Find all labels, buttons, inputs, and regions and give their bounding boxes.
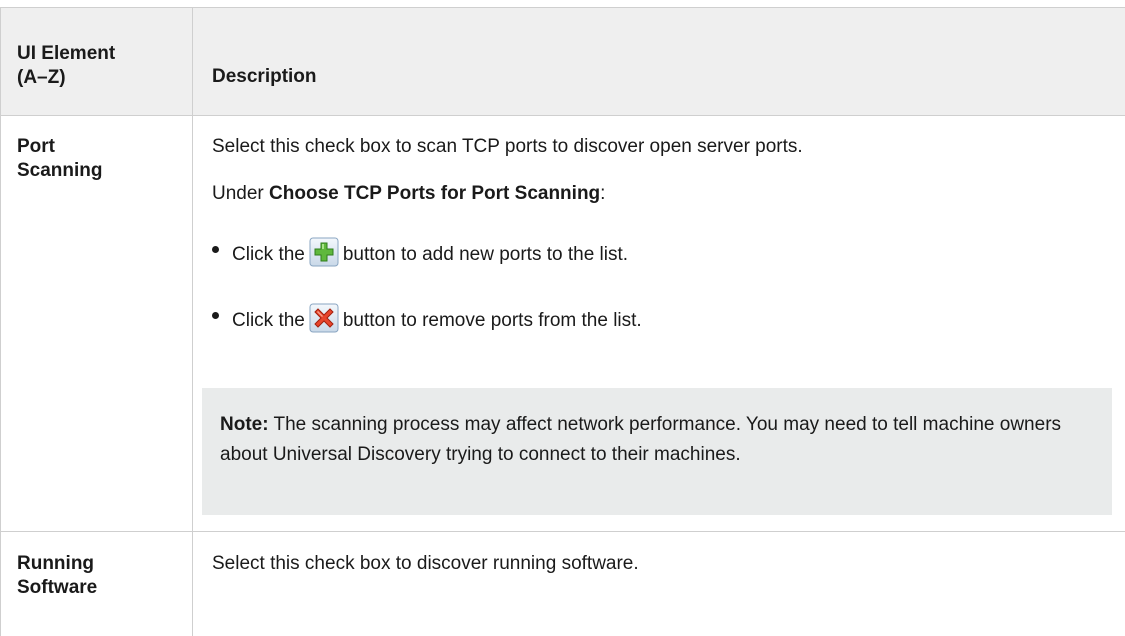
- table-top-border: [0, 7, 1125, 8]
- remove-icon: [309, 303, 339, 333]
- under-suffix: :: [600, 183, 606, 204]
- note-label: Note:: [220, 414, 269, 435]
- port-scanning-under-line: Under Choose TCP Ports for Port Scanning…: [212, 182, 605, 206]
- table-left-border: [0, 7, 1, 636]
- port-scanning-description: Select this check box to scan TCP ports …: [212, 136, 803, 157]
- header-ui-element-line1: UI Element: [17, 43, 116, 64]
- under-bold-label: Choose TCP Ports for Port Scanning: [269, 183, 601, 204]
- bullet-prefix: Click the: [232, 310, 305, 331]
- bullet-suffix: button to add new ports to the list.: [342, 244, 629, 265]
- header-ui-element-line2: (A–Z): [17, 67, 66, 88]
- bullet-add-ports: Click the button to add new ports to the…: [232, 237, 628, 267]
- row-name-line1: Running: [17, 553, 95, 574]
- note-body: The scanning process may affect network …: [220, 414, 1062, 465]
- row-divider: [0, 531, 1125, 532]
- running-software-description: Select this check box to discover runnin…: [212, 553, 639, 574]
- header-ui-element: UI Element (A–Z): [17, 42, 115, 90]
- ui-elements-table: UI Element (A–Z) Description Port Scanni…: [0, 7, 1125, 636]
- header-bottom-border: [0, 115, 1125, 116]
- bullet-dot: [212, 312, 219, 319]
- header-description: Description: [212, 66, 317, 87]
- under-prefix: Under: [212, 183, 270, 204]
- bullet-remove-ports: Click the button to remove ports from th…: [232, 303, 642, 333]
- row-name-line1: Port: [17, 136, 55, 157]
- row-name-line2: Scanning: [17, 160, 103, 181]
- add-icon: [309, 237, 339, 267]
- bullet-suffix: button to remove ports from the list.: [342, 310, 642, 331]
- row-name-line2: Software: [17, 577, 98, 598]
- bullet-dot: [212, 246, 219, 253]
- note-box: Note: The scanning process may affect ne…: [202, 388, 1112, 515]
- row-name-port-scanning: Port Scanning: [17, 135, 103, 183]
- column-divider: [192, 7, 193, 636]
- row-name-running-software: Running Software: [17, 552, 97, 600]
- note-text: Note: The scanning process may affect ne…: [220, 410, 1090, 470]
- bullet-prefix: Click the: [232, 244, 305, 265]
- table-header: [0, 8, 1125, 115]
